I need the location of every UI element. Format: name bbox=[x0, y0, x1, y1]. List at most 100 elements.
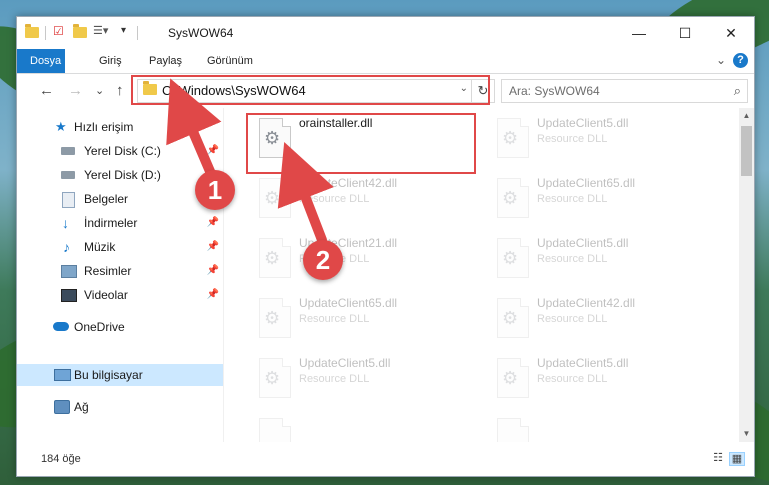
pin-icon[interactable]: 📌 bbox=[207, 212, 219, 234]
music-icon: ♪ bbox=[63, 239, 70, 255]
file-type: Resource DLL bbox=[299, 373, 370, 385]
refresh-button[interactable]: ↻ bbox=[471, 80, 494, 102]
up-button[interactable]: ↑ bbox=[116, 82, 124, 99]
scroll-up-icon[interactable]: ▲ bbox=[739, 108, 754, 124]
sidebar-item-label: Yerel Disk (D:) bbox=[84, 168, 161, 182]
sidebar-item-documents[interactable]: Belgeler 📌 bbox=[17, 188, 223, 210]
sidebar-item-label: Yerel Disk (C:) bbox=[84, 144, 161, 158]
file-item[interactable]: ⚙ UpdateClient65.dll Resource DLL bbox=[249, 288, 485, 344]
file-item[interactable]: ⚙ UpdateClient42.dll Resource DLL bbox=[249, 168, 485, 224]
gear-icon: ⚙ bbox=[502, 128, 519, 148]
sidebar-item-label: Hızlı erişim bbox=[74, 120, 134, 134]
gear-icon: ⚙ bbox=[502, 188, 519, 208]
network-icon bbox=[54, 400, 70, 414]
recent-locations-button[interactable]: ⌄ bbox=[95, 84, 104, 97]
tab-share[interactable]: Paylaş bbox=[137, 49, 194, 73]
item-count: 184 öğe bbox=[41, 453, 81, 465]
file-type: Resource DLL bbox=[537, 313, 608, 325]
file-name: UpdateClient5.dll bbox=[537, 236, 629, 250]
file-type: Resource DLL bbox=[299, 193, 370, 205]
videos-icon bbox=[61, 289, 77, 302]
sidebar-item-videos[interactable]: Videolar 📌 bbox=[17, 284, 223, 306]
file-list: ⚙ orainstaller.dll ⚙ UpdateClient5.dll R… bbox=[224, 108, 739, 442]
new-folder-icon[interactable] bbox=[73, 24, 87, 39]
close-button[interactable]: ✕ bbox=[708, 17, 754, 49]
gear-icon: ⚙ bbox=[264, 308, 281, 328]
maximize-button[interactable]: ☐ bbox=[662, 17, 708, 49]
file-name: orainstaller.dll bbox=[299, 116, 373, 130]
file-item[interactable]: ⚙ UpdateClient5.dll Resource DLL bbox=[249, 348, 485, 404]
pin-icon[interactable]: 📌 bbox=[207, 284, 219, 306]
sidebar-item-label: Müzik bbox=[84, 240, 116, 254]
sidebar-item-label: Bu bilgisayar bbox=[74, 368, 143, 382]
sidebar-item-label: OneDrive bbox=[74, 320, 125, 334]
sidebar-item-local-disk-c[interactable]: Yerel Disk (C:) 📌 bbox=[17, 140, 223, 162]
search-input[interactable]: Ara: SysWOW64 bbox=[509, 84, 600, 98]
status-bar: 184 öğe ☷ ▦ bbox=[17, 442, 754, 476]
tab-view[interactable]: Görünüm bbox=[195, 49, 265, 73]
vertical-scrollbar[interactable]: ▲ ▼ bbox=[739, 108, 754, 442]
file-item[interactable]: ⚙ UpdateClient42.dll Resource DLL bbox=[487, 288, 723, 344]
sidebar-item-music[interactable]: ♪ Müzik 📌 bbox=[17, 236, 223, 258]
tab-home[interactable]: Giriş bbox=[87, 49, 134, 73]
file-explorer-window: ☑ ☰▾ ▾ SysWOW64 — ☐ ✕ Dosya Giriş Paylaş… bbox=[16, 16, 755, 477]
sidebar-item-this-pc[interactable]: Bu bilgisayar bbox=[17, 364, 223, 386]
chevron-down-icon[interactable]: ▾ bbox=[121, 25, 135, 39]
sidebar-item-onedrive[interactable]: OneDrive bbox=[17, 316, 223, 338]
sidebar-item-label: Resimler bbox=[84, 264, 132, 278]
file-item[interactable]: ⚙ UpdateClient5.dll Resource DLL bbox=[487, 348, 723, 404]
folder-icon bbox=[25, 24, 39, 39]
address-bar[interactable]: C:\Windows\SysWOW64 ⌄ ↻ bbox=[137, 79, 495, 103]
ribbon-expand-icon[interactable]: ⌄ bbox=[716, 53, 726, 67]
sidebar-item-quick-access[interactable]: ★ Hızlı erişim bbox=[17, 116, 223, 138]
drive-icon bbox=[61, 171, 75, 179]
address-path[interactable]: C:\Windows\SysWOW64 bbox=[162, 83, 306, 98]
file-type: Resource DLL bbox=[537, 373, 608, 385]
address-dropdown-icon[interactable]: ⌄ bbox=[460, 83, 468, 94]
sidebar-item-network[interactable]: Ağ bbox=[17, 396, 223, 418]
scroll-down-icon[interactable]: ▼ bbox=[739, 426, 754, 442]
file-type: Resource DLL bbox=[537, 253, 608, 265]
search-box[interactable]: Ara: SysWOW64 ⌕ bbox=[501, 79, 748, 103]
file-item[interactable] bbox=[487, 408, 723, 442]
properties-icon[interactable]: ☑ bbox=[53, 24, 67, 38]
file-item[interactable] bbox=[249, 408, 485, 442]
file-name: UpdateClient65.dll bbox=[537, 176, 636, 190]
file-item[interactable]: ⚙ UpdateClient21.dll Resource DLL bbox=[249, 228, 485, 284]
sidebar-item-local-disk-d[interactable]: Yerel Disk (D:) bbox=[17, 164, 223, 186]
file-name: UpdateClient42.dll bbox=[299, 176, 398, 190]
gear-icon: ⚙ bbox=[502, 248, 519, 268]
file-item[interactable]: ⚙ UpdateClient5.dll Resource DLL bbox=[487, 108, 723, 164]
window-title: SysWOW64 bbox=[168, 26, 234, 40]
gear-icon: ⚙ bbox=[502, 368, 519, 388]
help-icon[interactable]: ? bbox=[733, 53, 748, 68]
sidebar-item-pictures[interactable]: Resimler 📌 bbox=[17, 260, 223, 282]
cloud-icon bbox=[53, 322, 69, 331]
sidebar-item-label: Belgeler bbox=[84, 192, 129, 206]
sidebar-item-label: İndirmeler bbox=[84, 216, 138, 230]
tiles-view-icon[interactable]: ▦ bbox=[729, 452, 745, 466]
gear-icon: ⚙ bbox=[264, 128, 281, 148]
pin-icon[interactable]: 📌 bbox=[207, 260, 219, 282]
customize-toolbar-icon[interactable]: ☰▾ bbox=[93, 24, 108, 38]
file-type: Resource DLL bbox=[299, 313, 370, 325]
folder-icon bbox=[143, 81, 157, 95]
computer-icon bbox=[54, 369, 71, 381]
file-name: UpdateClient5.dll bbox=[537, 116, 629, 130]
pin-icon[interactable]: 📌 bbox=[207, 236, 219, 258]
file-item[interactable]: ⚙ UpdateClient65.dll Resource DLL bbox=[487, 168, 723, 224]
back-button[interactable]: ← bbox=[39, 82, 54, 99]
forward-button[interactable]: → bbox=[68, 82, 83, 99]
file-item[interactable]: ⚙ UpdateClient5.dll Resource DLL bbox=[487, 228, 723, 284]
ribbon-tabs: Dosya Giriş Paylaş Görünüm ⌄ ? bbox=[17, 49, 754, 74]
file-item[interactable]: ⚙ orainstaller.dll bbox=[249, 108, 485, 164]
search-icon[interactable]: ⌕ bbox=[734, 83, 741, 99]
sidebar-item-label: Ağ bbox=[74, 400, 89, 414]
scroll-thumb[interactable] bbox=[741, 126, 752, 176]
sidebar-item-downloads[interactable]: ↓ İndirmeler 📌 bbox=[17, 212, 223, 234]
tab-file[interactable]: Dosya bbox=[17, 49, 65, 73]
pin-icon[interactable]: 📌 bbox=[207, 140, 219, 162]
dll-file-icon bbox=[497, 418, 529, 442]
details-view-icon[interactable]: ☷ bbox=[711, 452, 725, 464]
minimize-button[interactable]: — bbox=[616, 17, 662, 49]
